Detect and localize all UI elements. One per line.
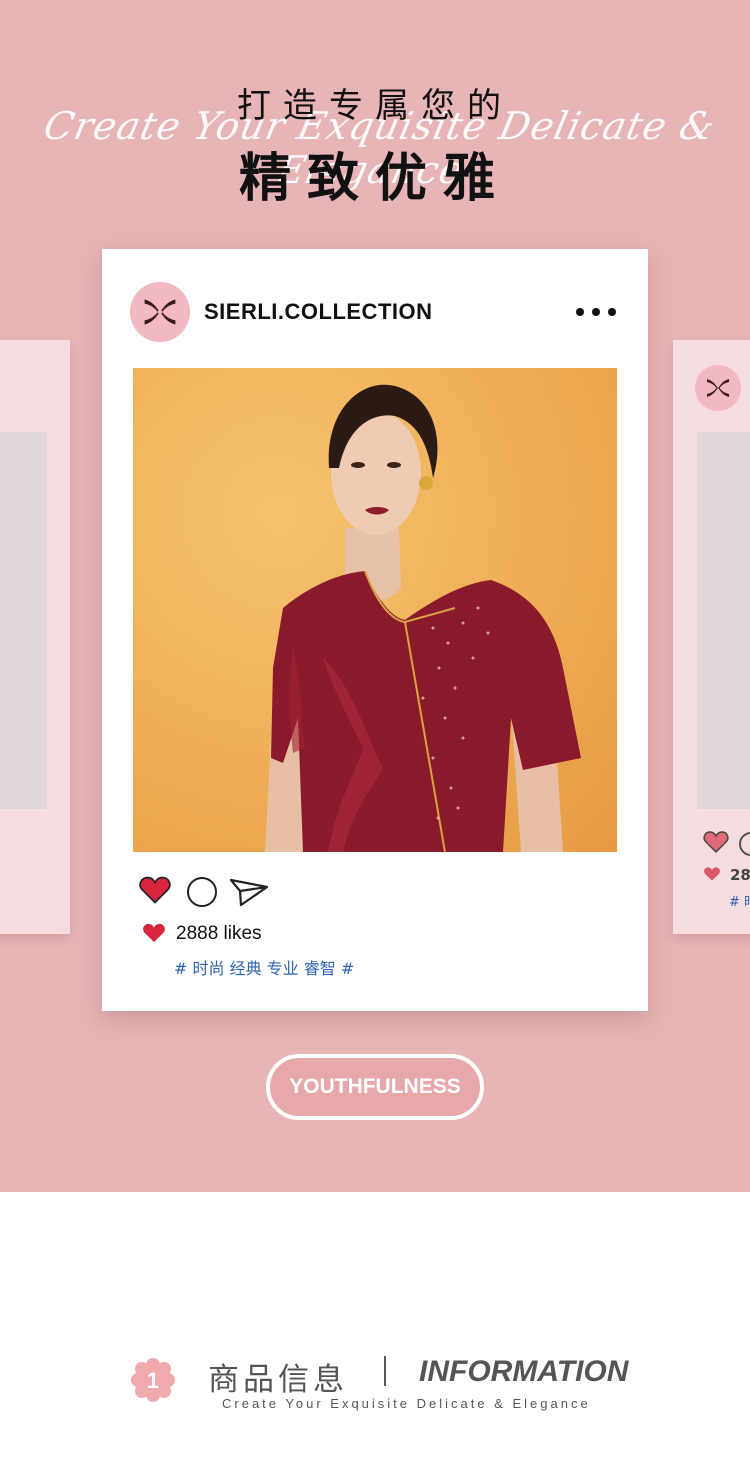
- send-icon[interactable]: [229, 877, 269, 907]
- comment-icon[interactable]: [187, 877, 217, 907]
- headline-main: 精致优雅: [238, 149, 511, 209]
- comment-icon[interactable]: [739, 832, 750, 856]
- brand-logo-icon: [144, 299, 176, 325]
- info-title-en: INFORMATION: [419, 1355, 629, 1388]
- heart-icon[interactable]: [138, 875, 172, 905]
- brand-logo-icon: [707, 379, 729, 397]
- youthfulness-tag-button[interactable]: YOUTHFULNESS: [266, 1054, 484, 1120]
- post-card: SIERLI.COLLECTION 2888 likes # 时尚 经典 专业 …: [102, 249, 648, 1011]
- side-likes-count: 28: [730, 866, 750, 884]
- account-name[interactable]: SIERLI.COLLECTION: [204, 299, 433, 325]
- info-title-cn: 商品信息: [208, 1362, 348, 1398]
- side-post-card-right[interactable]: 28 # 时: [673, 340, 750, 934]
- badge-number: 1: [147, 1368, 159, 1393]
- side-post-card-left[interactable]: [0, 340, 70, 934]
- post-photo: [133, 368, 617, 852]
- model-illustration: [265, 384, 581, 852]
- heart-icon: [143, 923, 165, 943]
- likes-count[interactable]: 2888 likes: [176, 923, 262, 945]
- title-divider: [384, 1356, 386, 1386]
- info-subtitle: Create Your Exquisite Delicate & Eleganc…: [222, 1396, 591, 1411]
- heart-icon: [704, 867, 720, 881]
- side-post-photo: [697, 432, 750, 809]
- post-actions: [138, 875, 278, 909]
- brand-avatar[interactable]: [130, 282, 190, 342]
- side-post-photo: [0, 432, 47, 809]
- brand-avatar: [695, 365, 741, 411]
- more-horizontal-icon[interactable]: [576, 299, 616, 325]
- side-hashtags[interactable]: # 时: [729, 891, 750, 910]
- hero-banner: 打造专属您的 Create Your Exquisite Delicate & …: [0, 0, 750, 1192]
- headline-top: 打造专属您的: [237, 86, 513, 126]
- hashtags[interactable]: # 时尚 经典 专业 睿智 #: [174, 955, 354, 979]
- flower-number-badge-icon: 1: [131, 1358, 175, 1402]
- heart-outline-icon[interactable]: [703, 830, 729, 854]
